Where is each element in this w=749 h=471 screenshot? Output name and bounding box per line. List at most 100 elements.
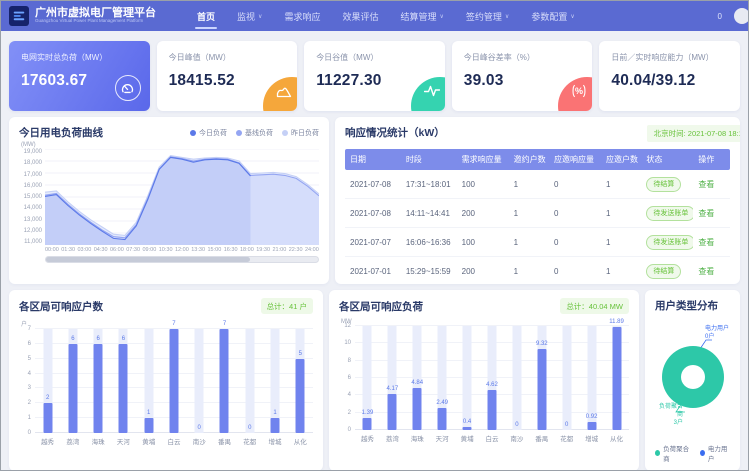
district-users-panel: 各区局可响应户数 总计：41 户 户0123456726661707015越秀荔… <box>9 290 323 471</box>
kpi-card: 日前／实时响应能力（MW）40.04/39.12 <box>599 41 740 111</box>
bar-value-label: 1 <box>147 410 150 416</box>
bar-y-axis: 024681012 <box>339 326 355 430</box>
legend-item[interactable]: 负荷聚合商 <box>655 443 691 463</box>
column-header: 应邀响应量 <box>549 154 601 165</box>
x-tick-label: 荔湾 <box>60 436 85 446</box>
user-type-title: 用户类型分布 <box>655 298 730 313</box>
x-tick-label: 24:00 <box>305 247 319 253</box>
table-cell: 200 <box>457 209 509 218</box>
user-type-chart: 电力用户0户 负荷聚合商3户 <box>655 317 730 435</box>
view-link[interactable]: 查看 <box>698 180 714 189</box>
donut-label-name: 负荷聚合商 <box>657 403 683 419</box>
bar-plot: 1.394.174.842.490.44.6209.3200.9211.89 <box>355 326 629 430</box>
column-header: 需求响应量 <box>457 154 509 165</box>
y-tick-label: 12,000 <box>19 228 42 234</box>
legend-item[interactable]: 今日负荷 <box>190 128 227 138</box>
bar-value-label: 0 <box>515 422 518 428</box>
y-tick-label: 14,000 <box>19 205 42 211</box>
table-cell: 0 <box>549 209 601 218</box>
bar-background-band <box>562 326 571 430</box>
x-tick-label: 19:30 <box>256 247 270 253</box>
nav-item[interactable]: 签约管理∨ <box>455 1 520 31</box>
view-link[interactable]: 查看 <box>698 267 714 276</box>
bar <box>463 427 472 430</box>
x-tick-label: 13:30 <box>191 247 205 253</box>
nav-item[interactable]: 结算管理∨ <box>389 1 454 31</box>
view-link[interactable]: 查看 <box>698 238 714 247</box>
donut-hole <box>681 365 705 389</box>
column-header: 时段 <box>401 154 457 165</box>
peak-curve-icon <box>276 83 292 104</box>
donut-label-name: 电力用户 <box>705 325 729 333</box>
y-tick-label: 2 <box>28 400 31 406</box>
bar-value-label: 0.4 <box>463 419 471 425</box>
kpi-value: 40.04/39.12 <box>611 72 728 90</box>
bar-value-label: 0 <box>248 425 251 431</box>
nav-item-label: 结算管理 <box>400 10 436 23</box>
datazoom-handle[interactable] <box>46 257 250 262</box>
x-tick-label: 18:00 <box>240 247 254 253</box>
status-badge: 待发送账单 <box>646 235 693 250</box>
nav-right: 0 <box>718 8 738 24</box>
view-link[interactable]: 查看 <box>698 209 714 218</box>
x-tick-label: 黄埔 <box>136 436 161 446</box>
x-tick-label: 荔湾 <box>380 433 405 443</box>
legend-item[interactable]: 基线负荷 <box>236 128 273 138</box>
x-tick-label: 白云 <box>161 436 186 446</box>
bar <box>388 394 397 430</box>
load-curve-legend: 今日负荷基线负荷昨日负荷 <box>190 128 319 138</box>
bar-column: 1 <box>136 329 161 433</box>
table-cell-action: 查看 <box>693 179 730 190</box>
bar <box>119 344 128 433</box>
x-tick-label: 花都 <box>237 436 262 446</box>
bar-value-label: 7 <box>172 321 175 327</box>
kpi-label: 电网实时总负荷（MW） <box>21 52 138 63</box>
notification-count: 0 <box>718 12 722 21</box>
bar-value-label: 6 <box>122 336 125 342</box>
y-tick-label: 17,000 <box>19 172 42 178</box>
bar <box>144 418 153 433</box>
legend-label: 负荷聚合商 <box>663 443 691 463</box>
bar-column: 0.4 <box>455 326 480 430</box>
nav-item-label: 签约管理 <box>466 10 502 23</box>
x-tick-label: 南沙 <box>504 433 529 443</box>
kpi-card: 今日峰谷差率（%）39.03% <box>452 41 593 111</box>
x-tick-label: 16:30 <box>224 247 238 253</box>
table-cell: 1 <box>601 267 641 276</box>
bar <box>413 388 422 430</box>
kpi-card: 今日谷值（MW） 11227.30 <box>304 41 445 111</box>
kpi-label: 今日谷值（MW） <box>316 52 433 63</box>
nav-item[interactable]: 需求响应 <box>273 1 331 31</box>
legend-label: 今日负荷 <box>199 128 227 138</box>
column-header: 日期 <box>345 154 401 165</box>
bar <box>487 390 496 430</box>
bar-column: 0.92 <box>579 326 604 430</box>
y-tick-label: 6 <box>28 341 31 347</box>
nav-item[interactable]: 首页 <box>186 1 226 31</box>
column-header: 应邀户数 <box>601 154 641 165</box>
user-avatar[interactable] <box>734 8 749 24</box>
table-row: 2021-07-0814:11~14:41200101待发送账单查看 <box>345 199 730 228</box>
x-tick-label: 越秀 <box>355 433 380 443</box>
kpi-row: 电网实时总负荷（MW）17603.67今日峰值（MW）18415.52今日谷值（… <box>9 41 740 111</box>
datazoom-slider[interactable] <box>45 256 319 263</box>
bar-background-band <box>512 326 521 430</box>
bar <box>43 403 52 433</box>
bar-value-label: 6 <box>71 336 74 342</box>
bar-y-unit: 户 <box>21 319 313 328</box>
y-tick-label: 3 <box>28 385 31 391</box>
donut-ring <box>662 346 724 408</box>
nav-item[interactable]: 效果评估 <box>331 1 389 31</box>
bar-column: 7 <box>161 329 186 433</box>
legend-label: 电力用户 <box>708 443 730 463</box>
legend-item[interactable]: 电力用户 <box>700 443 730 463</box>
bar-value-label: 4.17 <box>387 386 399 392</box>
legend-item[interactable]: 昨日负荷 <box>282 128 319 138</box>
nav-item[interactable]: 监视∨ <box>226 1 273 31</box>
bar <box>612 327 621 430</box>
nav-item-label: 监视 <box>237 10 255 23</box>
bar-column: 2.49 <box>430 326 455 430</box>
nav-item[interactable]: 参数配置∨ <box>520 1 585 31</box>
table-cell: 1 <box>509 238 549 247</box>
kpi-value: 11227.30 <box>316 72 433 90</box>
